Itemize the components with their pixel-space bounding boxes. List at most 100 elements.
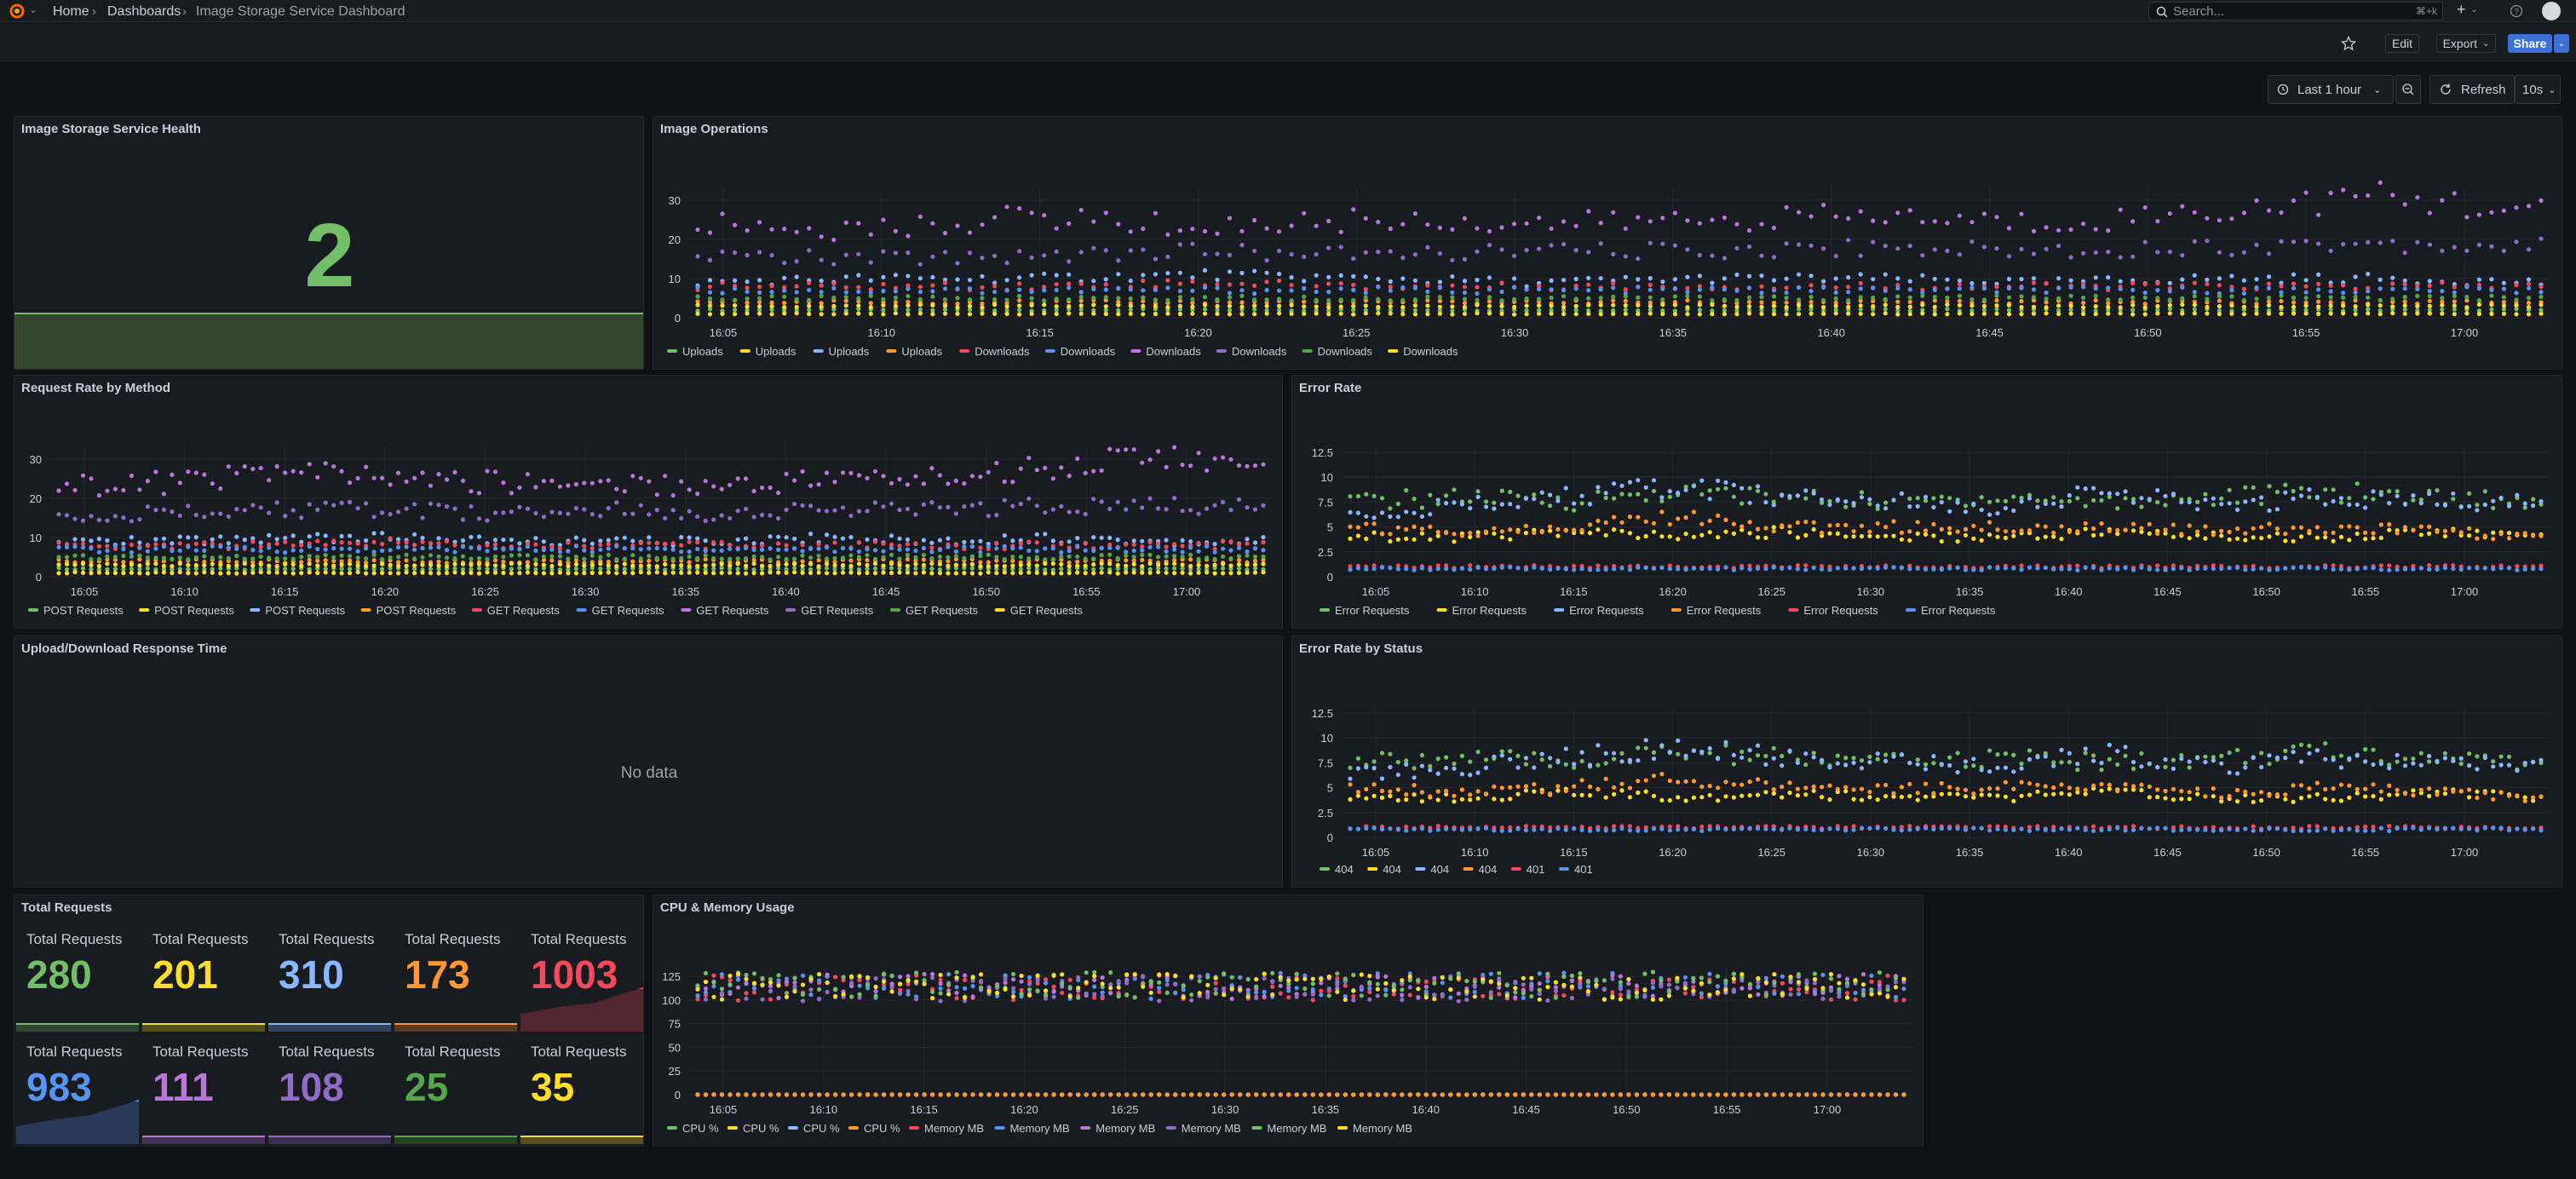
legend-item[interactable]: Downloads [1232, 345, 1287, 358]
legend-item[interactable]: POST Requests [377, 604, 457, 617]
data-point [2180, 296, 2185, 301]
data-point [2115, 789, 2120, 794]
legend-item[interactable]: POST Requests [265, 604, 345, 617]
data-point [1623, 226, 1628, 231]
share-button[interactable]: Share [2508, 34, 2552, 53]
data-point [517, 547, 522, 552]
data-point [1797, 297, 1802, 302]
data-point [942, 286, 948, 291]
image-operations-chart[interactable]: 010203016:05 16:10 16:15 16:20 16:25 16:30 16:… [653, 117, 2563, 371]
legend-item[interactable]: POST Requests [43, 604, 124, 617]
user-avatar[interactable] [2542, 2, 2561, 20]
data-point [2011, 508, 2016, 513]
legend-item[interactable]: GET Requests [801, 604, 874, 617]
data-point [56, 544, 61, 549]
legend-item[interactable]: Uploads [682, 345, 723, 358]
data-point [1858, 209, 1863, 214]
error-rate-chart[interactable]: 02.557.51012.516:05 16:10 16:15 16:20 16:25 1… [1292, 376, 2563, 630]
data-point [980, 290, 985, 296]
data-point [2522, 501, 2527, 506]
time-range-picker[interactable]: Last 1 hour ⌄ [2268, 75, 2394, 104]
data-point [1683, 753, 1688, 758]
data-point [2467, 503, 2472, 509]
data-point [1994, 293, 1999, 298]
data-point [1803, 532, 1808, 538]
refresh-interval-picker[interactable]: 10s ⌄ [2515, 75, 2561, 104]
data-point [274, 556, 279, 561]
refresh-button[interactable]: Refresh [2429, 75, 2515, 104]
data-point [1351, 287, 1356, 292]
legend-item[interactable]: Uploads [829, 345, 870, 358]
x-tick-label: 16:35 [1956, 585, 1984, 598]
legend-item[interactable]: Error Requests [1921, 604, 1996, 617]
data-point [1252, 268, 1257, 273]
legend-item[interactable]: Downloads [1318, 345, 1373, 358]
legend-item[interactable]: Error Requests [1803, 604, 1878, 617]
error-status-chart[interactable]: 02.557.51012.516:05 16:10 16:15 16:20 16:25 1… [1292, 636, 2563, 889]
panel-service-health[interactable]: Image Storage Service Health 2 [14, 116, 644, 370]
legend-item[interactable]: Downloads [1061, 345, 1116, 358]
export-button[interactable]: Export ⌄ [2436, 34, 2496, 53]
star-icon[interactable] [2341, 36, 2356, 51]
data-point [1388, 793, 1393, 798]
legend-item[interactable]: Uploads [756, 345, 796, 358]
panel-response-time[interactable]: Upload/Download Response Time No data [14, 636, 1283, 888]
chevron-down-icon[interactable]: ⌄ [2470, 3, 2478, 14]
chevron-down-icon[interactable]: ⌄ [29, 3, 37, 15]
data-point [218, 555, 223, 560]
data-point [1302, 254, 1307, 260]
data-point [1808, 283, 1814, 288]
legend-item[interactable]: GET Requests [592, 604, 665, 617]
data-point [218, 486, 223, 492]
help-icon[interactable]: ? [2510, 4, 2523, 18]
legend-item[interactable]: Downloads [1403, 345, 1458, 358]
data-point [452, 543, 457, 548]
data-point [485, 549, 490, 554]
search-input[interactable]: Search... ⌘+k [2148, 2, 2443, 20]
request-rate-chart[interactable]: 010203016:05 16:10 16:15 16:20 16:25 16:30 16:… [14, 376, 1284, 630]
data-point [2091, 783, 2096, 788]
panel-request-rate[interactable]: Request Rate by Method 0 10 20 30 16:05 16:10… [14, 375, 1283, 629]
data-point [96, 556, 101, 562]
data-point [2274, 489, 2280, 495]
data-point [2234, 536, 2240, 541]
breadcrumb-home[interactable]: Home [53, 4, 89, 20]
legend-item[interactable]: GET Requests [487, 604, 561, 617]
legend-item[interactable]: GET Requests [1010, 604, 1084, 617]
plus-icon[interactable]: + [2457, 1, 2466, 19]
data-point [980, 285, 985, 290]
data-point [2251, 526, 2256, 531]
legend-item[interactable]: Error Requests [1452, 604, 1527, 617]
data-point [2402, 286, 2407, 291]
panel-error-rate[interactable]: Error Rate 0 2.5 5 7.5 10 12.5 16:05 16:10 16:15… [1291, 375, 2562, 629]
panel-image-operations[interactable]: Image Operations 0 10 20 30 16:05 16:10 16:15 1… [653, 116, 2562, 370]
data-point [234, 470, 239, 476]
breadcrumb-dashboards[interactable]: Dashboards [107, 4, 181, 20]
edit-button[interactable]: Edit [2385, 34, 2419, 53]
data-point [1475, 770, 1481, 775]
data-point [1981, 311, 1987, 316]
share-menu-button[interactable]: ⌄ [2554, 34, 2569, 53]
legend-item[interactable]: Error Requests [1569, 604, 1644, 617]
zoom-out-button[interactable] [2395, 75, 2421, 104]
legend-item[interactable]: GET Requests [696, 604, 769, 617]
top-navbar: ⌄ Home › Dashboards › Image Storage Serv… [0, 0, 2576, 22]
legend-item[interactable]: Error Requests [1335, 604, 1410, 617]
data-point [2514, 297, 2519, 302]
legend-item[interactable]: Downloads [975, 345, 1030, 358]
data-point [2075, 825, 2080, 831]
grafana-logo-icon[interactable] [9, 3, 26, 20]
data-point [2006, 308, 2012, 313]
data-point [1636, 302, 1641, 308]
data-point [638, 475, 643, 480]
panel-error-status[interactable]: Error Rate by Status 0 2.5 5 7.5 10 12.5 16:05… [1291, 636, 2562, 888]
data-point [1707, 784, 1712, 789]
data-point [1747, 531, 1752, 536]
legend-item[interactable]: POST Requests [154, 604, 234, 617]
legend-item[interactable]: GET Requests [906, 604, 979, 617]
legend-item[interactable]: Error Requests [1687, 604, 1762, 617]
legend-item[interactable]: Downloads [1146, 345, 1201, 358]
data-point [444, 538, 450, 543]
legend-item[interactable]: Uploads [901, 345, 942, 358]
data-point [1659, 772, 1665, 777]
